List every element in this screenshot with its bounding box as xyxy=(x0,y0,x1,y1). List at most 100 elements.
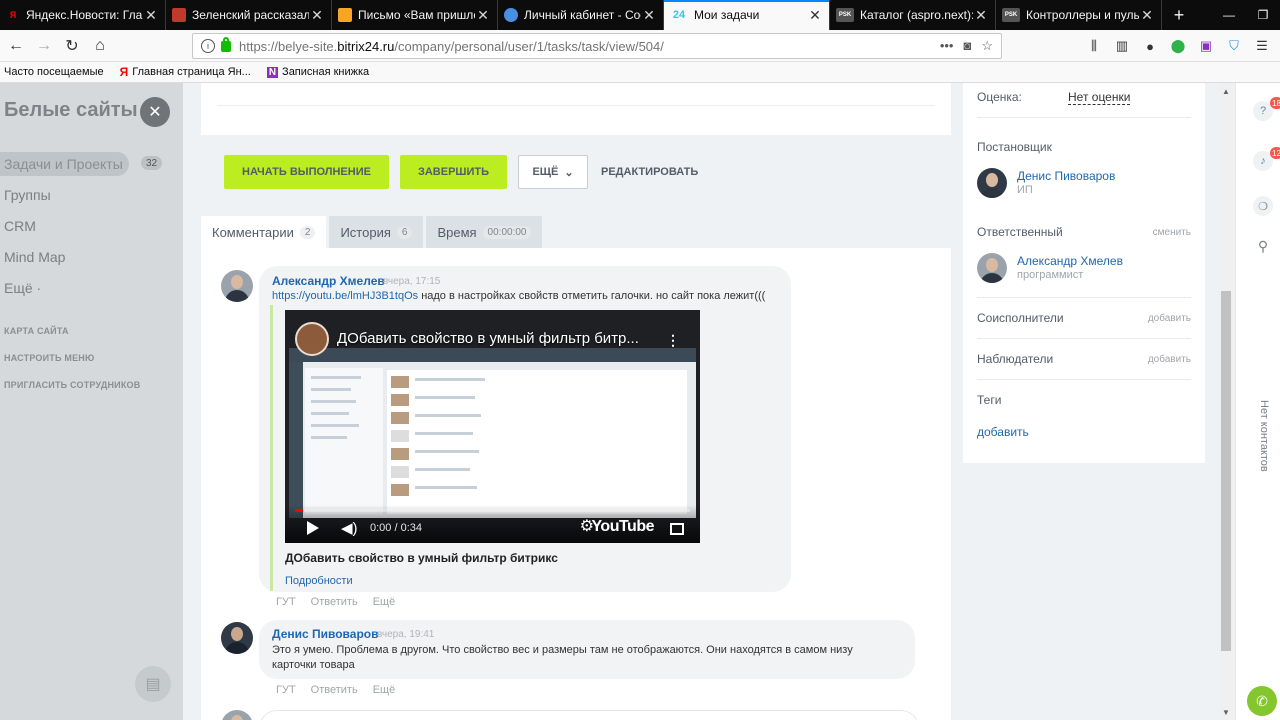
add-coexecutor-link[interactable]: добавить xyxy=(1148,313,1191,324)
rating-value[interactable]: Нет оценки xyxy=(1068,90,1131,105)
bookmark-item[interactable]: Часто посещаемые xyxy=(4,66,104,78)
avatar[interactable] xyxy=(977,253,1007,283)
avatar[interactable] xyxy=(977,168,1007,198)
sidebar-item-tasks[interactable]: Задачи и Проекты xyxy=(0,152,129,176)
start-task-button[interactable]: НАЧАТЬ ВЫПОЛНЕНИЕ xyxy=(224,155,389,189)
close-tab-icon[interactable]: ✕ xyxy=(475,7,491,24)
change-responsible-link[interactable]: сменить xyxy=(1153,227,1191,238)
comment-time: вчера, 17:15 xyxy=(383,276,441,287)
browser-tab[interactable]: Письмо «Вам пришло ✕ xyxy=(332,0,498,30)
comment-author[interactable]: Денис Пивоваров xyxy=(272,627,378,641)
scroll-down-icon[interactable]: ▼ xyxy=(1222,708,1230,717)
new-tab-icon[interactable]: + xyxy=(1162,0,1196,30)
tab-time[interactable]: Время 00:00:00 xyxy=(426,216,543,248)
tab-comments[interactable]: Комментарии 2 xyxy=(201,216,327,248)
browser-tab[interactable]: Зеленский рассказал, к ✕ xyxy=(166,0,332,30)
responsible-name[interactable]: Александр Хмелев xyxy=(1017,254,1123,268)
avatar[interactable] xyxy=(221,710,253,720)
comment-author[interactable]: Александр Хмелев xyxy=(272,274,385,288)
bookmark-star-icon[interactable]: ☆ xyxy=(981,38,993,54)
avatar[interactable] xyxy=(221,270,253,302)
extension-shield-icon[interactable]: ⛉ xyxy=(1224,33,1244,59)
library-icon[interactable]: ⫼ xyxy=(1084,33,1104,59)
chat-icon[interactable]: ▤ xyxy=(135,666,171,702)
details-link[interactable]: Подробности xyxy=(285,575,353,587)
browser-tab-active[interactable]: 24 Мои задачи ✕ xyxy=(664,0,830,30)
tab-history[interactable]: История 6 xyxy=(329,216,424,248)
bookmark-item[interactable]: Я Главная страница Ян... xyxy=(120,65,251,79)
site-info-icon[interactable]: i xyxy=(201,39,215,53)
more-button[interactable]: ЕЩЁ ⌄ xyxy=(518,155,588,189)
sidebar-item-more[interactable]: Ещё · xyxy=(0,276,41,300)
avatar[interactable] xyxy=(221,622,253,654)
search-icon[interactable]: ⚲ xyxy=(1253,236,1273,256)
forward-icon[interactable]: → xyxy=(30,32,58,60)
mail-favicon-icon xyxy=(338,8,352,22)
volume-icon[interactable]: ◀) xyxy=(341,519,358,537)
video-menu-icon[interactable]: ⋮ xyxy=(666,332,680,349)
reload-icon[interactable]: ↻ xyxy=(58,32,86,60)
reply-link[interactable]: Ответить xyxy=(311,684,358,696)
add-tag-link[interactable]: добавить xyxy=(977,425,1029,439)
scroll-up-icon[interactable]: ▲ xyxy=(1222,87,1230,96)
close-tab-icon[interactable]: ✕ xyxy=(641,7,657,24)
scrollbar-thumb[interactable] xyxy=(1221,291,1231,651)
like-link[interactable]: ГУТ xyxy=(276,596,296,608)
pocket-icon[interactable]: ◙ xyxy=(963,38,971,54)
invite-employees-link[interactable]: ПРИГЛАСИТЬ СОТРУДНИКОВ xyxy=(4,380,140,390)
youtube-player[interactable]: ДОбавить свойство в умный фильтр битр...… xyxy=(285,310,700,543)
edit-button[interactable]: РЕДАКТИРОВАТЬ xyxy=(601,166,698,178)
sitemap-link[interactable]: КАРТА САЙТА xyxy=(4,326,69,336)
menu-icon[interactable]: ☰ xyxy=(1252,33,1272,59)
back-icon[interactable]: ← xyxy=(2,32,30,60)
close-tab-icon[interactable]: ✕ xyxy=(1139,7,1155,24)
browser-tab[interactable]: Личный кабинет - Coo ✕ xyxy=(498,0,664,30)
video-overlay-title[interactable]: ДОбавить свойство в умный фильтр битр... xyxy=(337,330,639,347)
browser-tab[interactable]: PSK Контроллеры и пульты ✕ xyxy=(996,0,1162,30)
close-icon[interactable]: ✕ xyxy=(140,97,170,127)
add-observer-link[interactable]: добавить xyxy=(1148,354,1191,365)
sidebar-item-label: Mind Map xyxy=(4,249,66,265)
bookmark-item[interactable]: N Записная книжка xyxy=(266,66,369,78)
video-title[interactable]: ДОбавить свойство в умный фильтр битрикс xyxy=(285,551,558,565)
youtube-logo[interactable]: YouTube xyxy=(591,518,654,536)
like-link[interactable]: ГУТ xyxy=(276,684,296,696)
more-link[interactable]: Ещё xyxy=(373,596,396,608)
extension-onenote-icon[interactable]: ▣ xyxy=(1196,33,1216,59)
yandex-favicon-icon: Я xyxy=(6,8,20,22)
minimize-icon[interactable]: — xyxy=(1212,0,1246,30)
new-comment-input[interactable] xyxy=(259,710,919,720)
close-tab-icon[interactable]: ✕ xyxy=(309,7,325,24)
sidebar-item-groups[interactable]: Группы xyxy=(0,183,51,207)
comment-actions: ГУТ Ответить Ещё xyxy=(276,684,395,696)
sidebar-item-mindmap[interactable]: Mind Map xyxy=(0,245,65,269)
extension-green-icon[interactable]: ⬤ xyxy=(1168,33,1188,59)
close-tab-icon[interactable]: ✕ xyxy=(143,7,159,24)
account-icon[interactable]: ● xyxy=(1140,33,1160,59)
play-icon[interactable] xyxy=(307,521,319,535)
tab-label: Комментарии xyxy=(212,224,294,240)
chat-bubble-icon[interactable]: ❍ xyxy=(1253,196,1273,216)
browser-tab[interactable]: PSK Каталог (aspro.next): Ин ✕ xyxy=(830,0,996,30)
address-bar[interactable]: i https://belye-site.bitrix24.ru/company… xyxy=(192,33,1002,59)
phone-icon[interactable]: ✆ xyxy=(1247,686,1277,716)
page-actions-icon[interactable]: ••• xyxy=(940,38,954,54)
finish-task-button[interactable]: ЗАВЕРШИТЬ xyxy=(399,155,507,189)
task-details-panel: Оценка: Нет оценки Постановщик Денис Пив… xyxy=(963,83,1205,463)
youtube-link[interactable]: https://youtu.be/lmHJ3B1tqOs xyxy=(272,290,418,302)
browser-tab[interactable]: Я Яндекс.Новости: Главн ✕ xyxy=(0,0,166,30)
close-tab-icon[interactable]: ✕ xyxy=(973,7,989,24)
sidebar-toggle-icon[interactable]: ▥ xyxy=(1112,33,1132,59)
fullscreen-icon[interactable] xyxy=(670,523,684,535)
home-icon[interactable]: ⌂ xyxy=(86,32,114,60)
close-tab-icon[interactable]: ✕ xyxy=(807,7,823,24)
page-scrollbar[interactable]: ▲ ▼ xyxy=(1219,83,1233,720)
reply-link[interactable]: Ответить xyxy=(311,596,358,608)
restore-icon[interactable]: ❐ xyxy=(1246,0,1280,30)
creator-name[interactable]: Денис Пивоваров xyxy=(1017,169,1115,183)
sidebar-item-crm[interactable]: CRM xyxy=(0,214,36,238)
video-progress-bar[interactable] xyxy=(295,509,690,512)
channel-avatar[interactable] xyxy=(295,322,329,356)
more-link[interactable]: Ещё xyxy=(373,684,396,696)
configure-menu-link[interactable]: НАСТРОИТЬ МЕНЮ xyxy=(4,353,94,363)
